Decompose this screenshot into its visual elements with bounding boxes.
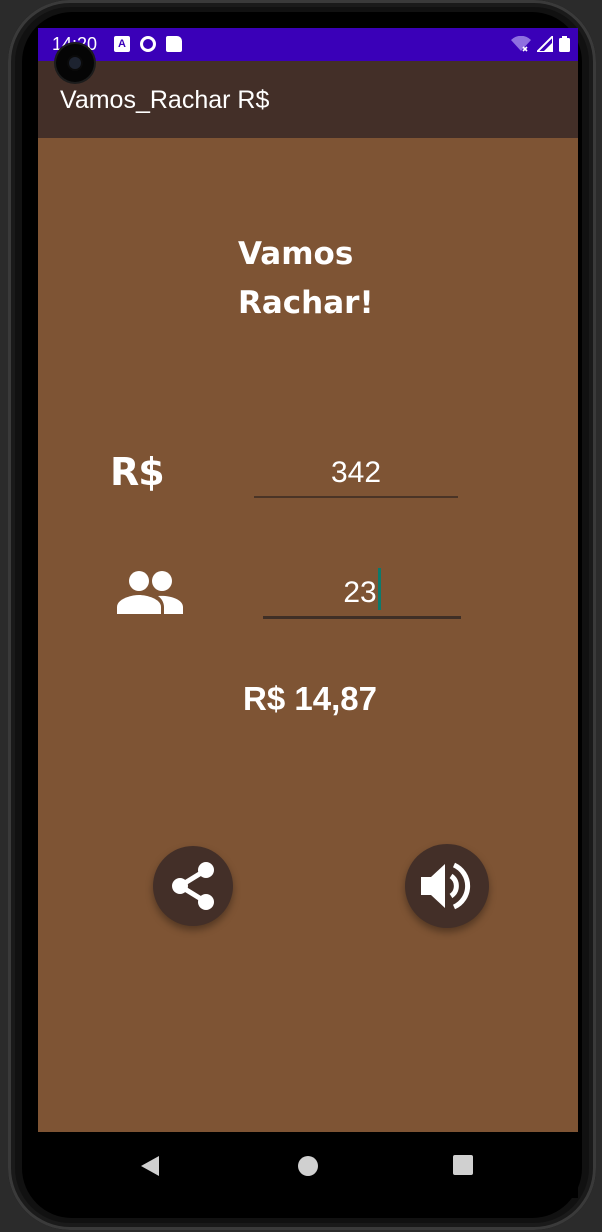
recents-square-icon[interactable]	[452, 1154, 474, 1176]
result-per-person: R$ 14,87	[243, 680, 377, 717]
notification-icons: A	[114, 36, 182, 52]
front-camera	[56, 44, 94, 82]
volume-up-icon	[421, 862, 471, 910]
signal-icon	[537, 36, 553, 52]
app-screen: 14:20 A Vamos_Rachar R$ Vamos Rachar! R$	[38, 28, 578, 1132]
font-notification-icon: A	[114, 36, 130, 52]
wifi-icon	[511, 36, 531, 52]
sd-card-icon	[166, 36, 182, 52]
app-bar: Vamos_Rachar R$	[38, 61, 578, 138]
app-title: Vamos_Rachar R$	[60, 86, 270, 114]
people-icon	[117, 571, 183, 614]
currency-symbol-label: R$	[110, 450, 165, 494]
amount-input[interactable]: 342	[254, 456, 458, 498]
share-icon	[172, 862, 214, 910]
system-icons	[511, 36, 570, 52]
battery-icon	[559, 36, 570, 52]
amount-input-value: 342	[330, 456, 382, 489]
share-button[interactable]	[153, 846, 233, 926]
people-count-input-value: 23	[343, 568, 381, 610]
sync-notification-icon	[140, 36, 156, 52]
speak-button[interactable]	[405, 844, 489, 928]
back-triangle-icon[interactable]	[139, 1154, 161, 1178]
navigation-bar	[38, 1132, 578, 1198]
status-bar: 14:20 A	[38, 28, 578, 61]
people-count-text: 23	[343, 576, 377, 609]
home-circle-icon[interactable]	[296, 1154, 320, 1178]
page-headline: Vamos Rachar!	[238, 236, 374, 321]
text-cursor	[377, 568, 381, 610]
people-count-input[interactable]: 23	[263, 568, 461, 619]
